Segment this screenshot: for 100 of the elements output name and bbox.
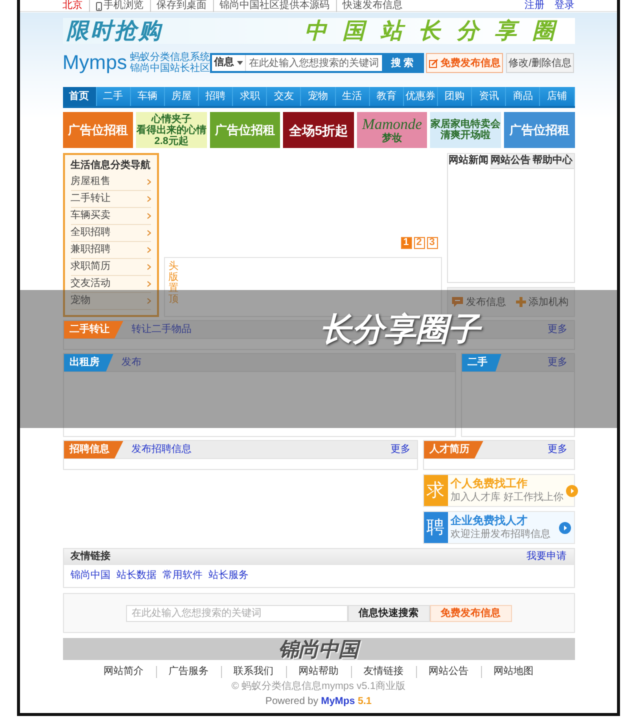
ad-text: 全场5折起 xyxy=(288,122,348,138)
section-title: 二手 xyxy=(462,354,502,372)
card-title: 个人免费找工作 xyxy=(450,478,528,492)
nav-tab[interactable]: 招聘 xyxy=(199,87,234,106)
ad-text: 广告位招租 xyxy=(509,123,570,137)
phone-icon xyxy=(96,2,102,10)
card-badge: 求 xyxy=(424,475,448,506)
chevron-icon xyxy=(146,247,150,253)
nav-tab[interactable]: 资讯 xyxy=(472,87,506,106)
ad-text: 梦妆 xyxy=(382,132,402,144)
ad-banner[interactable]: 心情夹子 看得出来的心情 2.8元起 xyxy=(136,112,207,148)
nav-tab[interactable]: 宠物 xyxy=(301,87,336,106)
chevron-icon xyxy=(146,196,150,202)
ad-text: 看得出来的心情 xyxy=(136,124,206,136)
chevron-icon xyxy=(146,264,150,270)
category-link[interactable]: 交友活动 xyxy=(70,276,150,293)
footer-link[interactable]: 广告服务 xyxy=(156,666,220,678)
category-link[interactable]: 车辆买卖 xyxy=(70,208,150,225)
ad-text: 家居家电特卖会 xyxy=(430,119,501,130)
nav-tab[interactable]: 店铺 xyxy=(540,87,575,106)
footer-link[interactable]: 联系我们 xyxy=(220,666,286,678)
footer-link[interactable]: 网站公告 xyxy=(416,666,480,678)
add-button[interactable]: 添加机构 xyxy=(510,288,574,316)
footer-link[interactable]: 网站地图 xyxy=(480,666,546,678)
friend-link[interactable]: 站长服务 xyxy=(208,570,248,582)
ad-text: 广告位招租 xyxy=(68,123,128,137)
ad-banner[interactable]: 家居家电特卖会 清爽开场啦 xyxy=(430,112,501,148)
section-link[interactable]: 发布招聘信息 xyxy=(132,444,192,456)
arrow-circle-icon xyxy=(566,484,578,496)
logo-tagline: 蚂蚁分类信息系统 xyxy=(130,52,210,63)
copyright-text: © 蚂蚁分类信息信息mymps v5.1商业版 xyxy=(231,681,406,692)
ad-text: 2.8元起 xyxy=(154,136,188,146)
more-link[interactable]: 更多 xyxy=(548,444,568,456)
category-link[interactable]: 求职简历 xyxy=(70,259,150,276)
category-link[interactable]: 二手转让 xyxy=(70,191,150,208)
more-link[interactable]: 更多 xyxy=(390,444,410,456)
chevron-icon xyxy=(146,213,150,219)
category-link[interactable]: 全职招聘 xyxy=(70,225,150,242)
brand-link[interactable]: MyMps xyxy=(321,696,355,707)
caret-icon xyxy=(237,61,244,65)
top-link[interactable]: 快速发布信息 xyxy=(336,0,402,12)
nav-tab[interactable]: 首页 xyxy=(62,87,97,106)
logo-tagline: 锦尚中国站长社区 xyxy=(130,63,210,74)
nav-tab[interactable]: 车辆 xyxy=(130,87,165,106)
category-link[interactable]: 宠物 xyxy=(70,293,150,310)
chevron-icon xyxy=(146,179,150,185)
search-field[interactable]: 信息 在此处输入您想搜索的关键词 搜 索 xyxy=(210,53,424,73)
account-link[interactable]: 登录 xyxy=(554,0,574,12)
version-text: 5.1 xyxy=(358,696,372,707)
nav-tab[interactable]: 团购 xyxy=(438,87,472,106)
friend-link[interactable]: 常用软件 xyxy=(162,570,202,582)
chevron-icon xyxy=(146,298,150,304)
section-title: 招聘信息 xyxy=(64,440,124,458)
news-tab[interactable]: 帮助中心 xyxy=(532,154,574,169)
section-title: 二手转让 xyxy=(64,320,124,338)
nav-tab[interactable]: 优惠券 xyxy=(404,87,438,106)
footer-link[interactable]: 网站简介 xyxy=(92,666,156,678)
banner-title: 限时抢购 xyxy=(66,18,162,44)
card-title: 企业免费找人才 xyxy=(450,514,528,528)
friend-link[interactable]: 锦尚中国 xyxy=(70,570,110,582)
friend-link[interactable]: 站长数据 xyxy=(116,570,156,582)
nav-tab[interactable]: 房屋 xyxy=(164,87,200,106)
chevron-icon xyxy=(146,230,150,236)
top-link[interactable]: 保存到桌面 xyxy=(150,0,206,12)
ad-text: 心情夹子 xyxy=(151,114,192,124)
chevron-icon xyxy=(146,281,150,287)
search-field[interactable]: 在此处输入您想搜索的关键词 xyxy=(126,604,348,622)
ad-text: 广告位招租 xyxy=(214,123,275,137)
nav-tab[interactable]: 二手 xyxy=(96,87,131,106)
search-button[interactable]: 信息快速搜索 xyxy=(348,604,430,622)
panel-title: 友情链接 xyxy=(70,551,110,563)
speech-bubble-icon xyxy=(452,297,463,307)
footer-logo: 锦尚中国 xyxy=(62,638,574,660)
ad-banner[interactable]: 全场5折起 xyxy=(283,112,354,148)
category-link[interactable]: 兼职招聘 xyxy=(70,242,150,259)
nav-tab[interactable]: 商品 xyxy=(506,87,540,106)
plus-icon xyxy=(516,297,526,307)
arrow-circle-icon xyxy=(558,522,570,534)
site-logo: Mymps xyxy=(62,51,127,75)
card-subtitle: 加入人才库 好工作找上你 xyxy=(450,492,564,504)
footer-link[interactable]: 友情链接 xyxy=(350,666,416,678)
footer-link[interactable]: 网站帮助 xyxy=(286,666,350,678)
section-title: 出租房 xyxy=(64,354,114,372)
edit-icon xyxy=(429,58,438,68)
card-subtitle: 欢迎注册发布招聘信息 xyxy=(450,529,552,540)
search-button[interactable]: 搜 索 xyxy=(382,55,422,71)
apply-link[interactable]: 我要申请 xyxy=(526,551,566,563)
top-link[interactable]: 手机浏览 xyxy=(88,0,144,12)
edit-button[interactable]: 修改/删除信息 xyxy=(506,53,574,73)
nav-tab[interactable]: 生活 xyxy=(336,87,370,106)
category-link[interactable]: 房屋租售 xyxy=(70,174,150,191)
top-link[interactable]: 锦尚中国社区提供本源码 xyxy=(212,0,330,12)
section-title: 人才简历 xyxy=(424,440,484,458)
nav-tab[interactable]: 交友 xyxy=(267,87,302,106)
news-tab[interactable]: 网站公告 xyxy=(490,154,532,169)
menu-title: 生活信息分类导航 xyxy=(70,158,150,173)
banner-subtitle: 中国站长分享圈 xyxy=(304,18,570,44)
powered-text: Powered by xyxy=(265,696,320,707)
card-badge: 聘 xyxy=(424,512,448,543)
ad-text: 清爽开场啦 xyxy=(440,130,491,141)
